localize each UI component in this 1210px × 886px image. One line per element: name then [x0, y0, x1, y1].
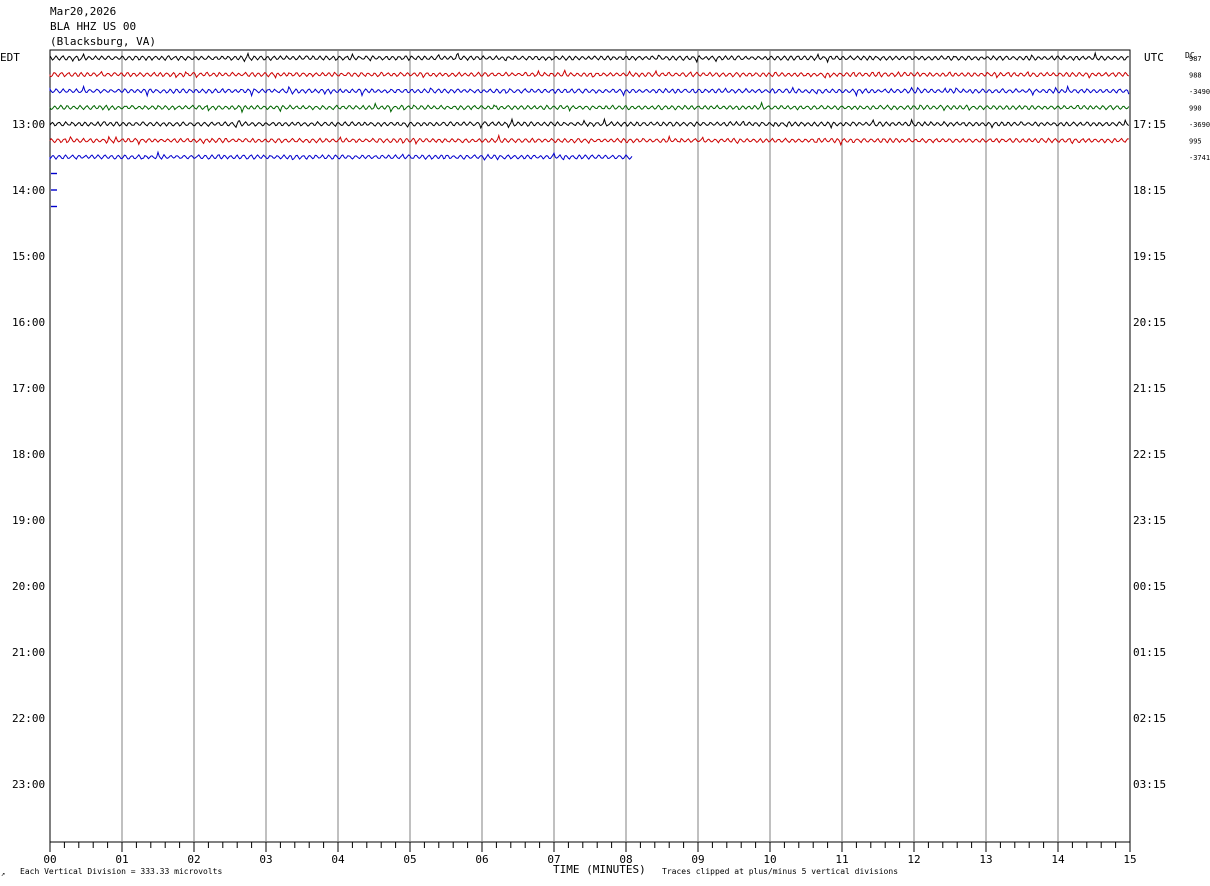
dc-value-row-5: 995 — [1189, 138, 1202, 146]
hour-label-utc: 01:15 — [1133, 646, 1166, 659]
trace-row-6 — [49, 150, 633, 161]
dc-header-label: DC — [1185, 51, 1195, 60]
hour-label-edt: 22:00 — [12, 712, 45, 725]
clip-note: Traces clipped at plus/minus 5 vertical … — [662, 867, 898, 876]
plot-frame — [49, 49, 1131, 843]
tick-label-03: 03 — [259, 853, 272, 866]
dc-value-row-2: -34900 — [1189, 88, 1210, 96]
tick-label-15: 15 — [1123, 853, 1136, 866]
helicorder-chart: 13:00 14:00 15:00 16:00 17:00 18:00 19:00 20:00… — [0, 49, 1210, 878]
left-timezone-label: EDT — [0, 51, 20, 64]
hour-label-utc: 02:15 — [1133, 712, 1166, 725]
trace-row-1 — [49, 69, 1130, 79]
corner-mark-icon: ↗ — [1, 870, 5, 878]
hour-label-utc: 18:15 — [1133, 184, 1166, 197]
tick-label-12: 12 — [907, 853, 920, 866]
tick-label-05: 05 — [403, 853, 416, 866]
hour-label-utc: 19:15 — [1133, 250, 1166, 263]
hour-label-utc: 00:15 — [1133, 580, 1166, 593]
hour-label-utc: 22:15 — [1133, 448, 1166, 461]
trace-row-0 — [49, 51, 1129, 64]
trace-row-3 — [49, 101, 1130, 114]
tick-label-09: 09 — [691, 853, 704, 866]
trace-row-5 — [49, 133, 1129, 147]
hour-label-utc: 23:15 — [1133, 514, 1166, 527]
trace-row-4 — [49, 117, 1130, 130]
hour-label-utc: 21:15 — [1133, 382, 1166, 395]
hour-label-utc: 20:15 — [1133, 316, 1166, 329]
hour-label-edt: 18:00 — [12, 448, 45, 461]
tick-label-01: 01 — [115, 853, 128, 866]
hour-label-edt: 19:00 — [12, 514, 45, 527]
edt-hour-labels: 13:00 14:00 15:00 16:00 17:00 18:00 19:00 20:00… — [12, 118, 45, 791]
tick-label-00: 00 — [43, 853, 56, 866]
hour-label-edt: 17:00 — [12, 382, 45, 395]
hour-label-edt: 23:00 — [12, 778, 45, 791]
minute-gridlines — [49, 49, 1131, 843]
trace-row-2 — [49, 84, 1130, 98]
hour-label-edt: 21:00 — [12, 646, 45, 659]
scale-note: Each Vertical Division = 333.33 microvol… — [20, 867, 222, 876]
hour-label-edt: 15:00 — [12, 250, 45, 263]
hour-label-edt: 13:00 — [12, 118, 45, 131]
x-axis-ticks — [49, 842, 1131, 852]
right-timezone-label: UTC — [1144, 51, 1164, 64]
dc-value-row-4: -36905 — [1189, 121, 1210, 129]
dc-value-row-3: 990 — [1189, 105, 1202, 113]
tick-label-06: 06 — [475, 853, 488, 866]
tick-label-13: 13 — [979, 853, 992, 866]
hour-label-utc: 17:15 — [1133, 118, 1166, 131]
dc-value-row-6: -37416 — [1189, 154, 1210, 162]
utc-hour-labels: 17:15 18:15 19:15 20:15 21:15 22:15 23:15 00:15… — [1133, 118, 1166, 791]
tick-label-02: 02 — [187, 853, 200, 866]
hour-label-edt: 16:00 — [12, 316, 45, 329]
tick-label-10: 10 — [763, 853, 776, 866]
hour-label-edt: 14:00 — [12, 184, 45, 197]
tick-label-04: 04 — [331, 853, 345, 866]
dc-offset-labels: 987988-34900990-36905995-37416 — [1189, 55, 1210, 162]
hour-label-edt: 20:00 — [12, 580, 45, 593]
hour-label-utc: 03:15 — [1133, 778, 1166, 791]
x-axis-title: TIME (MINUTES) — [553, 863, 646, 876]
tick-label-11: 11 — [835, 853, 848, 866]
tick-label-14: 14 — [1051, 853, 1065, 866]
seismic-traces — [49, 51, 1130, 208]
dc-value-row-1: 988 — [1189, 72, 1202, 80]
